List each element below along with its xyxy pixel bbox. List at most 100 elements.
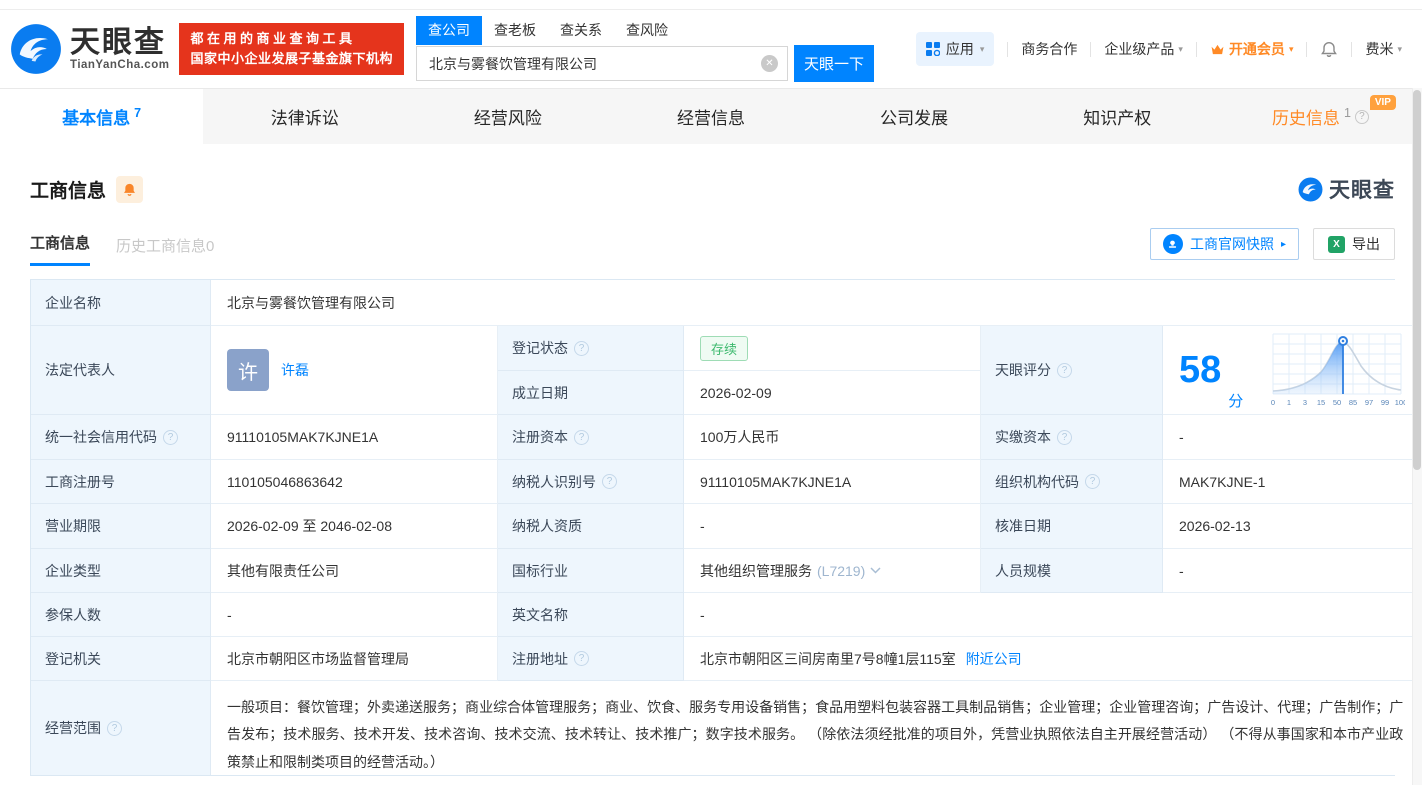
scrollbar-track[interactable] <box>1412 88 1422 785</box>
caret-down-icon: ▾ <box>1178 43 1183 54</box>
tianyancha-company-page: 天眼查 TianYanCha.com 都在用的商业查询工具 国家中小企业发展子基… <box>0 0 1422 785</box>
insured-count-value: - <box>211 593 498 637</box>
scrollbar-thumb[interactable] <box>1413 90 1421 470</box>
help-icon[interactable]: ? <box>163 429 178 445</box>
score-value: 58 分 0 1 3 15 50 85 97 99 10 <box>1163 326 1422 415</box>
insured-count-label: 参保人数 <box>31 593 211 637</box>
registration-authority-label: 登记机关 <box>31 637 211 681</box>
logo-subtitle: TianYanCha.com <box>70 58 170 71</box>
svg-text:85: 85 <box>1349 398 1357 407</box>
uscc-value: 91110105MAK7KJNE1A <box>211 415 498 460</box>
subtab-history-business-info[interactable]: 历史工商信息0 <box>116 235 214 266</box>
tab-company-development[interactable]: 公司发展 <box>813 89 1016 144</box>
subscribe-bell-button[interactable] <box>116 175 144 203</box>
tianyancha-watermark-icon <box>1298 177 1323 201</box>
help-icon[interactable]: ? <box>574 429 589 445</box>
approval-date-label: 核准日期 <box>981 504 1163 549</box>
business-term-value: 2026-02-09 至 2046-02-08 <box>211 504 498 549</box>
search-block: 查公司 查老板 查关系 查风险 ✕ 天眼一下 <box>415 16 874 82</box>
svg-text:3: 3 <box>1303 398 1307 407</box>
bell-icon <box>124 183 136 196</box>
help-icon[interactable]: ? <box>1057 362 1072 378</box>
top-divider <box>0 0 1422 10</box>
reg-status-value: 存续 <box>684 326 981 371</box>
legal-rep-avatar[interactable]: 许 <box>227 349 269 391</box>
svg-text:50: 50 <box>1333 398 1341 407</box>
help-icon[interactable]: ? <box>107 720 122 736</box>
tab-count: 1 <box>1343 105 1351 120</box>
tab-count: 7 <box>134 105 142 120</box>
tab-intellectual-property[interactable]: 知识产权 <box>1016 89 1219 144</box>
clear-icon[interactable]: ✕ <box>760 55 778 72</box>
vip-badge: VIP <box>1369 95 1396 110</box>
taxpayer-id-value: 91110105MAK7KJNE1A <box>684 460 981 504</box>
tab-history-info[interactable]: VIP 历史信息 1 ? <box>1219 89 1422 144</box>
help-icon[interactable]: ? <box>1354 109 1369 124</box>
business-term-label: 营业期限 <box>31 504 211 549</box>
taxpayer-qualification-label: 纳税人资质 <box>498 504 684 549</box>
search-tab-boss[interactable]: 查老板 <box>482 16 548 45</box>
tab-operation-info[interactable]: 经营信息 <box>609 89 812 144</box>
org-code-value: MAK7KJNE-1 <box>1163 460 1422 504</box>
site-logo[interactable]: 天眼查 TianYanCha.com <box>10 23 169 75</box>
nav-enterprise-products[interactable]: 企业级产品 ▾ <box>1104 39 1183 59</box>
score-unit: 分 <box>1228 393 1244 410</box>
caret-down-icon: ▾ <box>979 43 985 54</box>
search-tab-company[interactable]: 查公司 <box>415 16 482 45</box>
search-tab-risk[interactable]: 查风险 <box>614 16 680 45</box>
svg-text:0: 0 <box>1271 398 1275 407</box>
staff-size-label: 人员规模 <box>981 549 1163 593</box>
arrow-right-icon: ▸ <box>1280 238 1286 250</box>
watermark-logo: 天眼查 <box>1298 174 1395 204</box>
uscc-label: 统一社会信用代码? <box>31 415 211 460</box>
company-name-value: 北京与雾餐饮管理有限公司 <box>211 280 1422 326</box>
establish-date-label: 成立日期 <box>498 371 684 415</box>
legal-rep-value: 许 许磊 <box>211 326 498 415</box>
registered-address-label: 注册地址? <box>498 637 684 681</box>
apps-menu[interactable]: 应用 ▾ <box>915 32 995 66</box>
nav-cooperation[interactable]: 商务合作 <box>1021 39 1077 59</box>
business-info-table: 企业名称 北京与雾餐饮管理有限公司 法定代表人 许 许磊 登记状态? 存续 成立… <box>30 279 1422 776</box>
promo-line2: 国家中小企业发展子基金旗下机构 <box>190 51 393 66</box>
username: 费米 <box>1365 41 1394 57</box>
svg-text:1: 1 <box>1287 398 1291 407</box>
search-tab-relation[interactable]: 查关系 <box>548 16 614 45</box>
reg-number-label: 工商注册号 <box>31 460 211 504</box>
search-input[interactable] <box>415 46 788 81</box>
user-menu[interactable]: 费米 ▾ <box>1365 39 1402 59</box>
score-label: 天眼评分? <box>981 326 1163 415</box>
help-icon[interactable]: ? <box>602 474 617 489</box>
help-icon[interactable]: ? <box>574 340 589 356</box>
tab-legal-litigation[interactable]: 法律诉讼 <box>203 89 406 144</box>
company-type-label: 企业类型 <box>31 549 211 593</box>
official-snapshot-button[interactable]: 工商官网快照 ▸ <box>1149 228 1299 260</box>
help-icon[interactable]: ? <box>574 651 589 666</box>
registered-address-value: 北京市朝阳区三间房南里7号8幢1层115室 附近公司 <box>684 637 1422 681</box>
promo-line1: 都在用的商业查询工具 <box>190 30 356 46</box>
export-button[interactable]: X 导出 <box>1313 228 1395 260</box>
chevron-down-icon[interactable] <box>870 567 881 574</box>
logo-title: 天眼查 <box>70 26 166 60</box>
reg-capital-value: 100万人民币 <box>684 415 981 460</box>
tab-operation-risk[interactable]: 经营风险 <box>406 89 609 144</box>
help-icon[interactable]: ? <box>1085 474 1100 489</box>
registration-authority-value: 北京市朝阳区市场监督管理局 <box>211 637 498 681</box>
company-name-label: 企业名称 <box>31 280 211 326</box>
subtab-business-info[interactable]: 工商信息 <box>30 232 91 266</box>
help-icon[interactable]: ? <box>1057 429 1072 445</box>
header-nav: 应用 ▾ 商务合作 企业级产品 ▾ 开通会员 ▾ 费米 ▾ <box>915 32 1402 66</box>
watermark-text: 天眼查 <box>1329 179 1395 202</box>
paid-capital-value: - <box>1163 415 1422 460</box>
svg-text:97: 97 <box>1365 398 1373 407</box>
nearby-companies-link[interactable]: 附近公司 <box>966 649 1022 669</box>
approval-date-value: 2026-02-13 <box>1163 504 1422 549</box>
tab-basic-info[interactable]: 基本信息 7 <box>0 89 204 144</box>
search-button[interactable]: 天眼一下 <box>793 45 874 82</box>
nav-open-vip[interactable]: 开通会员 ▾ <box>1210 39 1294 59</box>
site-header: 天眼查 TianYanCha.com 都在用的商业查询工具 国家中小企业发展子基… <box>0 10 1422 88</box>
industry-label: 国标行业 <box>498 549 684 593</box>
notification-bell-icon[interactable] <box>1320 41 1338 58</box>
caret-down-icon: ▾ <box>1288 43 1294 54</box>
legal-rep-link[interactable]: 许磊 <box>281 360 309 380</box>
industry-value: 其他组织管理服务 (L7219) <box>684 549 981 593</box>
